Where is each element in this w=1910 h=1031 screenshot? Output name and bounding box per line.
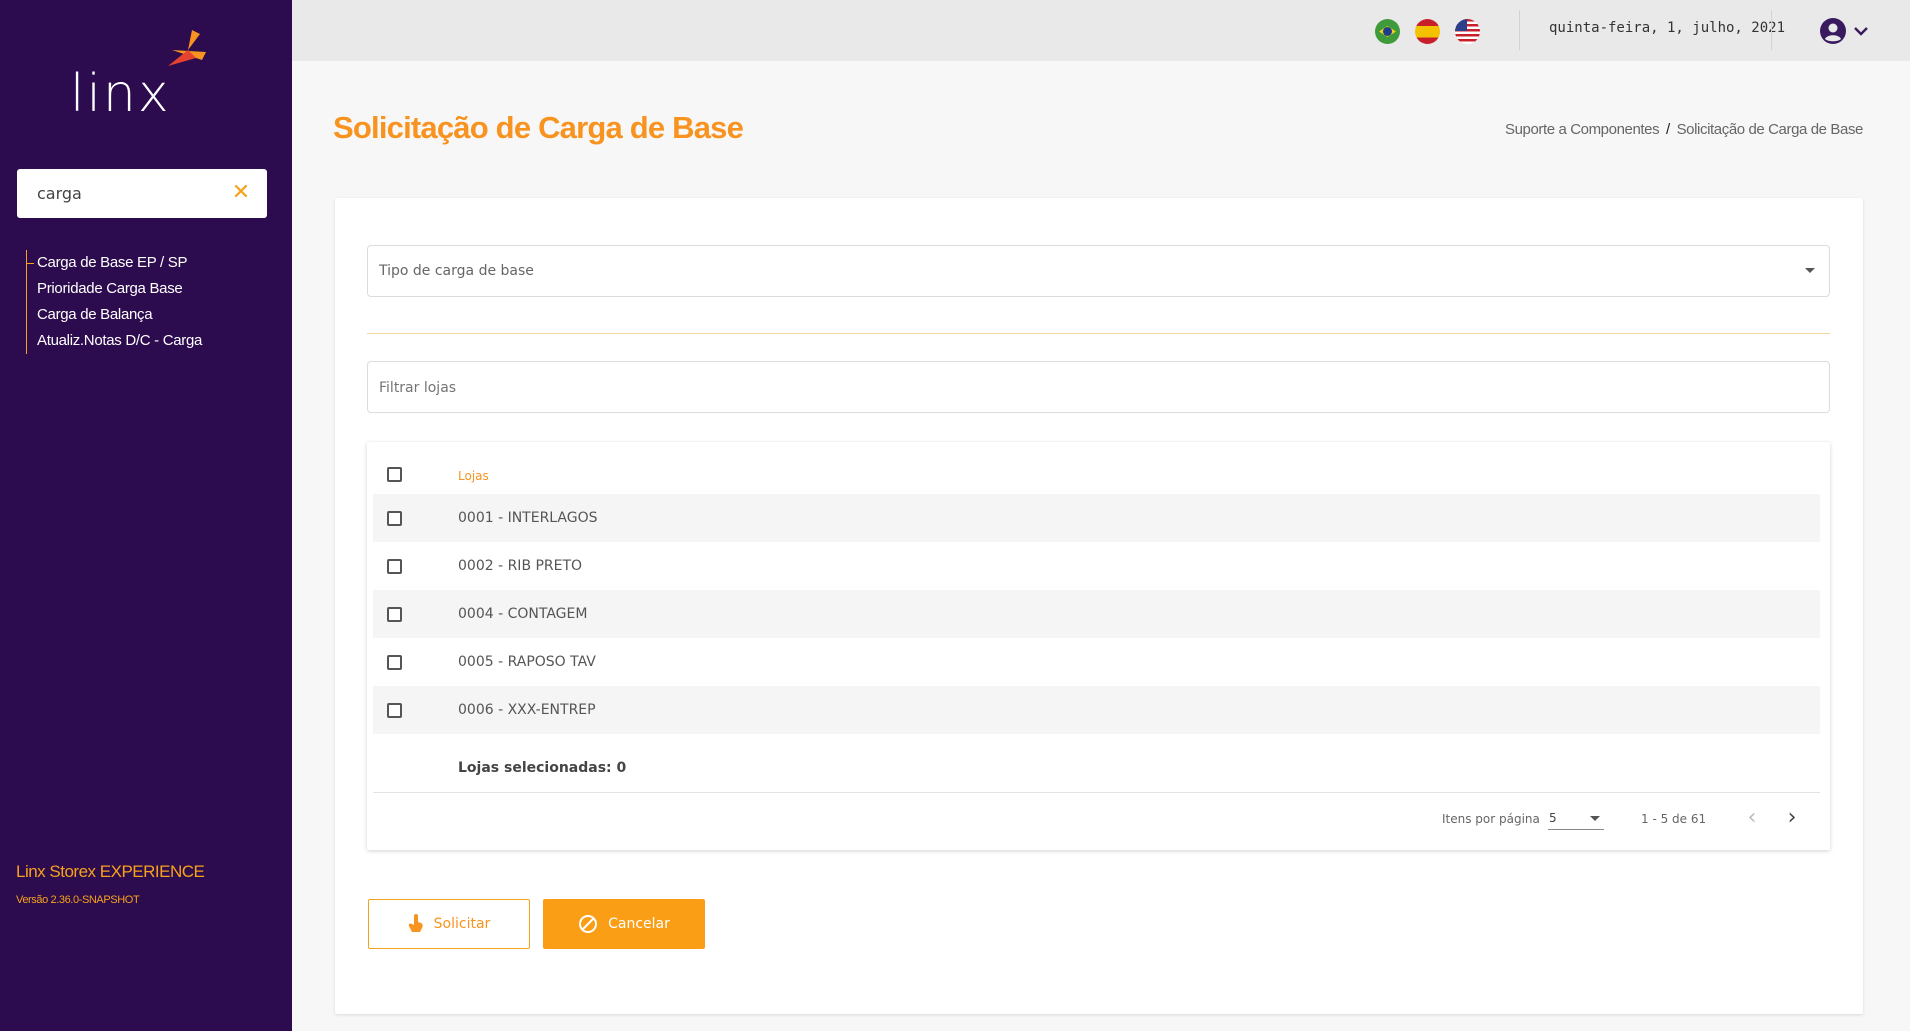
menu-item-carga-base-ep-sp[interactable]: Carga de Base EP / SP (26, 250, 202, 276)
breadcrumb-separator: / (1666, 121, 1670, 138)
flag-brazil-icon[interactable] (1375, 19, 1400, 44)
column-header-lojas[interactable]: Lojas (458, 469, 489, 483)
product-version: Versão 2.36.0-SNAPSHOT (16, 894, 140, 906)
items-per-page-value: 5 (1549, 811, 1557, 825)
selected-stores-count: Lojas selecionadas: 0 (458, 760, 627, 776)
load-type-select[interactable]: Tipo de carga de base (367, 245, 1830, 297)
logo-x-mark-icon (168, 30, 206, 66)
menu-search-box: ✕ (17, 169, 267, 218)
submit-button-label: Solicitar (433, 916, 491, 932)
ban-icon (579, 915, 598, 933)
hand-pointer-icon (408, 914, 423, 932)
table-row[interactable]: 0004 - CONTAGEM (373, 590, 1820, 638)
breadcrumb: Suporte a Componentes / Solicitação de C… (1505, 121, 1863, 138)
items-per-page-select[interactable]: 5 (1548, 808, 1604, 830)
sidebar-menu: Carga de Base EP / SP Prioridade Carga B… (26, 250, 202, 354)
store-filter-field (367, 361, 1830, 413)
previous-page-button[interactable]: ‹ (1738, 805, 1766, 833)
logo-text: linx (70, 64, 171, 124)
table-row[interactable]: 0001 - INTERLAGOS (373, 494, 1820, 542)
row-checkbox[interactable] (387, 655, 402, 670)
header-divider (1519, 10, 1520, 50)
paginator-divider (373, 792, 1820, 793)
menu-item-carga-balanca[interactable]: Carga de Balança (37, 302, 202, 328)
breadcrumb-parent[interactable]: Suporte a Componentes (1505, 121, 1660, 138)
next-page-button[interactable]: › (1778, 805, 1806, 833)
store-name: 0001 - INTERLAGOS (458, 510, 598, 526)
breadcrumb-current: Solicitação de Carga de Base (1676, 121, 1864, 138)
product-name: Linx Storex EXPERIENCE (16, 862, 205, 881)
store-name: 0006 - XXX-ENTREP (458, 702, 596, 718)
linx-logo[interactable]: linx (70, 30, 220, 124)
load-request-card: Tipo de carga de base Lojas 0001 - INTER… (335, 198, 1863, 1014)
row-checkbox[interactable] (387, 559, 402, 574)
current-date: quinta-feira, 1, julho, 2021 (1549, 20, 1786, 36)
store-filter-input[interactable] (379, 378, 1779, 398)
flag-spain-icon[interactable] (1415, 19, 1440, 44)
stores-table: Lojas 0001 - INTERLAGOS 0002 - RIB PRETO… (367, 442, 1830, 850)
chevron-down-icon[interactable] (1852, 22, 1870, 40)
page-range: 1 - 5 de 61 (1641, 812, 1707, 826)
table-row[interactable]: 0006 - XXX-ENTREP (373, 686, 1820, 734)
header-divider (1771, 10, 1772, 50)
row-checkbox[interactable] (387, 607, 402, 622)
flag-usa-icon[interactable] (1455, 19, 1480, 44)
cancel-button[interactable]: Cancelar (543, 899, 705, 949)
cancel-button-label: Cancelar (608, 916, 670, 932)
menu-search-input[interactable] (37, 181, 227, 205)
store-name: 0002 - RIB PRETO (458, 558, 583, 574)
row-checkbox[interactable] (387, 703, 402, 718)
user-account-icon[interactable] (1820, 18, 1846, 44)
store-name: 0005 - RAPOSO TAV (458, 654, 596, 670)
submit-request-button[interactable]: Solicitar (368, 899, 530, 949)
table-row[interactable]: 0002 - RIB PRETO (373, 542, 1820, 590)
top-bar: quinta-feira, 1, julho, 2021 (292, 0, 1910, 61)
dropdown-caret-icon (1805, 268, 1815, 273)
sidebar: linx ✕ Carga de Base EP / SP Prioridade … (0, 0, 292, 1031)
dropdown-caret-icon (1590, 816, 1600, 821)
clear-search-icon[interactable]: ✕ (229, 180, 253, 206)
row-checkbox[interactable] (387, 511, 402, 526)
load-type-placeholder: Tipo de carga de base (379, 263, 534, 279)
page-title: Solicitação de Carga de Base (333, 110, 744, 145)
section-divider (367, 333, 1830, 334)
select-all-checkbox[interactable] (387, 467, 402, 482)
menu-item-prioridade-carga-base[interactable]: Prioridade Carga Base (37, 276, 202, 302)
store-name: 0004 - CONTAGEM (458, 606, 588, 622)
items-per-page-label: Itens por página (1442, 812, 1540, 826)
table-row[interactable]: 0005 - RAPOSO TAV (373, 638, 1820, 686)
menu-item-atualiz-notas[interactable]: Atualiz.Notas D/C - Carga (37, 328, 202, 354)
